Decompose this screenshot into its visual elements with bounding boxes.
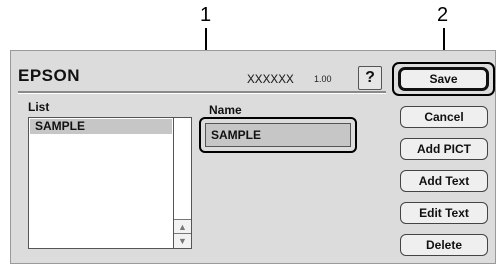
scroll-down-arrow-icon[interactable]: ▼ xyxy=(174,233,191,248)
callout-1: 1 xyxy=(200,4,212,26)
list-scrollbar[interactable]: ▲ ▼ xyxy=(173,118,191,248)
name-input[interactable]: SAMPLE xyxy=(205,123,351,147)
header-divider xyxy=(18,91,386,94)
list-item[interactable]: SAMPLE xyxy=(30,119,172,134)
template-list[interactable]: SAMPLE ▲ ▼ xyxy=(28,117,192,249)
list-label: List xyxy=(28,100,50,114)
add-text-button[interactable]: Add Text xyxy=(400,170,488,192)
callout-2: 2 xyxy=(437,4,449,26)
add-pict-button[interactable]: Add PICT xyxy=(400,138,488,160)
version-label: 1.00 xyxy=(314,74,332,84)
delete-button[interactable]: Delete xyxy=(400,234,488,256)
help-button[interactable]: ? xyxy=(358,66,382,90)
edit-text-button[interactable]: Edit Text xyxy=(400,202,488,224)
model-name: XXXXXX xyxy=(247,72,294,87)
cancel-button[interactable]: Cancel xyxy=(400,106,488,128)
name-label: Name xyxy=(209,103,242,117)
save-button[interactable]: Save xyxy=(398,67,489,91)
scroll-up-arrow-icon[interactable]: ▲ xyxy=(174,219,191,234)
brand-logo: EPSON xyxy=(18,66,81,85)
